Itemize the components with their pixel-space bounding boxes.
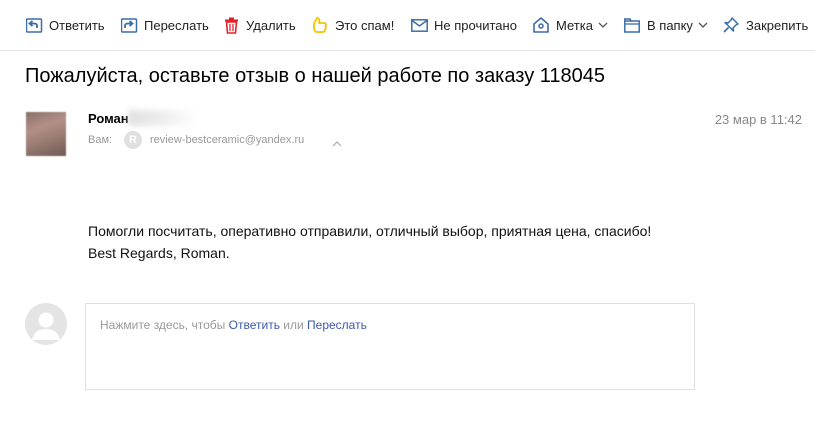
label-dropdown-label: Метка (556, 17, 593, 33)
reply-link[interactable]: Ответить (229, 318, 280, 332)
forward-link[interactable]: Переслать (307, 318, 367, 332)
spam-label: Это спам! (335, 17, 395, 33)
delete-label: Удалить (246, 17, 296, 33)
quick-reply-box[interactable]: Нажмите здесь, чтобы Ответить или Пересл… (85, 303, 695, 390)
trash-icon (222, 16, 240, 34)
reply-prompt-text: Нажмите здесь, чтобы (100, 318, 229, 332)
reply-icon (25, 16, 43, 34)
spam-button[interactable]: Это спам! (311, 0, 394, 50)
pin-button[interactable]: Закрепить (722, 0, 808, 50)
reply-label: Ответить (49, 17, 105, 33)
recipient-email[interactable]: review-bestceramic@yandex.ru (150, 134, 304, 146)
sender-surname-redacted (128, 110, 198, 126)
forward-button[interactable]: Переслать (120, 0, 209, 50)
thumbs-down-icon (311, 16, 329, 34)
message-subject: Пожалуйста, оставьте отзыв о нашей работ… (25, 65, 606, 87)
pin-icon (722, 16, 740, 34)
folder-icon (623, 16, 641, 34)
sender-name[interactable]: Роман (88, 111, 129, 126)
message-toolbar: Ответить Переслать Удалить Это спам! Не … (0, 0, 815, 51)
message-body-line: Best Regards, Roman. (88, 245, 230, 261)
unread-label: Не прочитано (434, 17, 517, 33)
user-silhouette-icon (25, 303, 67, 345)
pin-label: Закрепить (746, 17, 809, 33)
tag-icon (532, 16, 550, 34)
recipient-label: Вам: (88, 134, 113, 146)
label-dropdown[interactable]: Метка (532, 0, 608, 50)
user-avatar-placeholder (25, 303, 67, 345)
message-date: 23 мар в 11:42 (714, 112, 802, 127)
message-body-line: Помогли посчитать, оперативно отправили,… (88, 223, 652, 239)
move-to-folder-dropdown[interactable]: В папку (623, 0, 708, 50)
chevron-down-icon (598, 22, 608, 29)
chevron-down-icon (698, 22, 708, 29)
sender-avatar[interactable] (26, 112, 66, 156)
mark-unread-button[interactable]: Не прочитано (410, 0, 517, 50)
message-body: Помогли посчитать, оперативно отправили,… (88, 220, 651, 264)
recipient-avatar: R (124, 131, 142, 149)
reply-or-text: или (279, 318, 308, 332)
delete-button[interactable]: Удалить (222, 0, 296, 50)
reply-button[interactable]: Ответить (25, 0, 105, 50)
envelope-icon (410, 16, 428, 34)
chevron-up-icon[interactable] (332, 134, 342, 152)
forward-icon (120, 16, 138, 34)
folder-dropdown-label: В папку (647, 17, 693, 33)
forward-label: Переслать (144, 17, 209, 33)
